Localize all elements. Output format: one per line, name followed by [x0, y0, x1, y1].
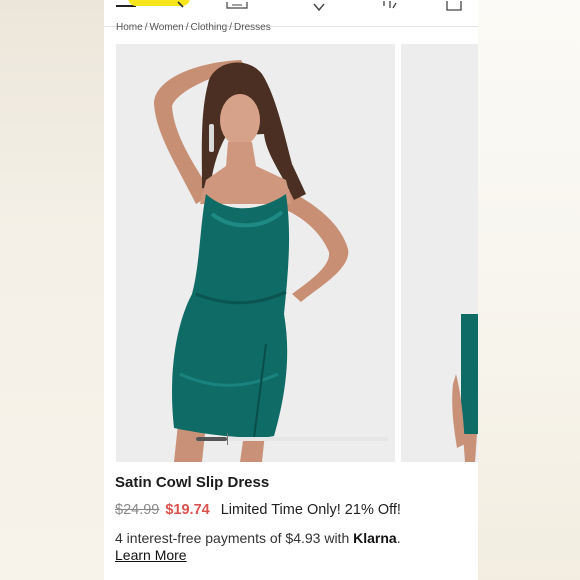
breadcrumb-home[interactable]: Home: [116, 22, 143, 33]
klarna-text: 4 interest-free payments of $4.93 with: [115, 530, 350, 546]
breadcrumb: Home / Women / Clothing / Dresses: [116, 22, 271, 36]
user-icon[interactable]: [380, 0, 400, 12]
price-row: $24.99 $19.74 Limited Time Only! 21% Off!: [115, 502, 401, 518]
search-icon[interactable]: [176, 0, 192, 12]
breadcrumb-separator: /: [185, 22, 189, 33]
product-title: Satin Cowl Slip Dress: [115, 474, 270, 491]
gallery-progress-fill: [196, 437, 227, 441]
heart-icon[interactable]: [312, 0, 326, 12]
klarna-message: 4 interest-free payments of $4.93 with K…: [115, 530, 401, 546]
original-price: $24.99: [115, 502, 160, 518]
promo-text: Limited Time Only! 21% Off!: [220, 502, 401, 518]
product-image-next[interactable]: [401, 44, 478, 462]
product-gallery[interactable]: [116, 44, 478, 462]
gallery-progress[interactable]: [196, 433, 388, 445]
background-right: [478, 0, 580, 580]
product-image-main[interactable]: [116, 44, 395, 462]
background-left: [0, 0, 104, 580]
breadcrumb-clothing[interactable]: Clothing: [191, 22, 228, 33]
mobile-page: Home / Women / Clothing / Dresses Satin …: [104, 0, 478, 580]
breadcrumb-separator: /: [229, 22, 233, 33]
klarna-logo: Klarna: [353, 530, 397, 546]
breadcrumb-women[interactable]: Women: [149, 22, 183, 33]
klarna-period: .: [396, 530, 401, 546]
breadcrumb-separator: /: [144, 22, 148, 33]
gallery-progress-handle[interactable]: [226, 433, 228, 445]
account-icon[interactable]: [226, 0, 248, 12]
breadcrumb-dresses[interactable]: Dresses: [234, 22, 271, 33]
model-photo: [116, 44, 395, 462]
model-photo-partial: [401, 44, 478, 462]
sale-price: $19.74: [165, 502, 210, 518]
bag-icon[interactable]: [444, 0, 464, 12]
learn-more-link[interactable]: Learn More: [115, 547, 187, 563]
